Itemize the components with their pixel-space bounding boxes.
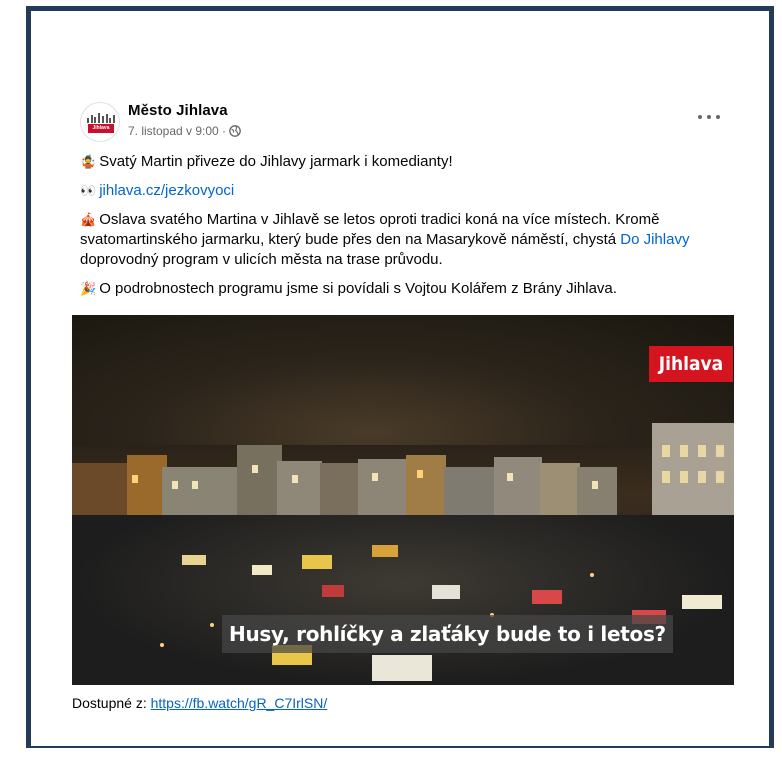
paragraph-2: 👀 jihlava.cz/jezkovyoci [80,181,726,201]
post-text: 🤹 Svatý Martin přiveze do Jihlavy jarmark… [80,152,726,308]
jihlava-link[interactable]: jihlava.cz/jezkovyoci [99,182,234,199]
paragraph-1-text: Svatý Martin přiveze do Jihlavy jarmark … [99,153,453,170]
paragraph-3: 🎪 Oslava svatého Martina v Jihlavě se let… [80,210,726,270]
juggler-emoji: 🤹 [80,154,97,169]
video-caption: Husy, rohlíčky a zlaťáky bude to i letos… [222,615,673,653]
facebook-post: Jihlava Město Jihlava 7. listopad v 9:00… [72,92,734,711]
jihlava-brand-badge: Jihlava [649,346,733,382]
page-avatar[interactable]: Jihlava [80,102,120,142]
circus-emoji: 🎪 [80,212,97,227]
paragraph-3-text-after: doprovodný program v ulicích města na tr… [80,251,443,268]
source-line: Dostupné z: https://fb.watch/gR_C7IrlSN/ [72,695,327,711]
do-jihlavy-link[interactable]: Do Jihlavy [620,231,689,248]
skyline-logo [87,113,115,123]
paragraph-1: 🤹 Svatý Martin přiveze do Jihlavy jarmark… [80,152,726,172]
paragraph-4-text: O podrobnostech programu jsme si povídal… [99,280,617,297]
post-meta: 7. listopad v 9:00 · [128,124,241,138]
globe-icon [229,125,241,137]
more-options-icon[interactable] [698,110,720,124]
post-date[interactable]: 7. listopad v 9:00 · [128,124,226,138]
avatar-badge: Jihlava [88,124,114,133]
page-name[interactable]: Město Jihlava [128,102,228,119]
crowded-square-image [72,515,734,685]
paragraph-4: 🎉 O podrobnostech programu jsme si povída… [80,279,726,299]
eyes-emoji: 👀 [80,183,97,198]
post-header: Jihlava Město Jihlava 7. listopad v 9:00… [80,100,726,144]
party-popper-emoji: 🎉 [80,281,97,296]
paragraph-3-text-before: Oslava svatého Martina v Jihlavě se leto… [80,211,660,248]
video-player[interactable]: Jihlava Husy, rohlíčky a zlaťáky bude to… [72,315,734,685]
source-label: Dostupné z: [72,695,147,711]
source-link[interactable]: https://fb.watch/gR_C7IrlSN/ [151,695,328,711]
